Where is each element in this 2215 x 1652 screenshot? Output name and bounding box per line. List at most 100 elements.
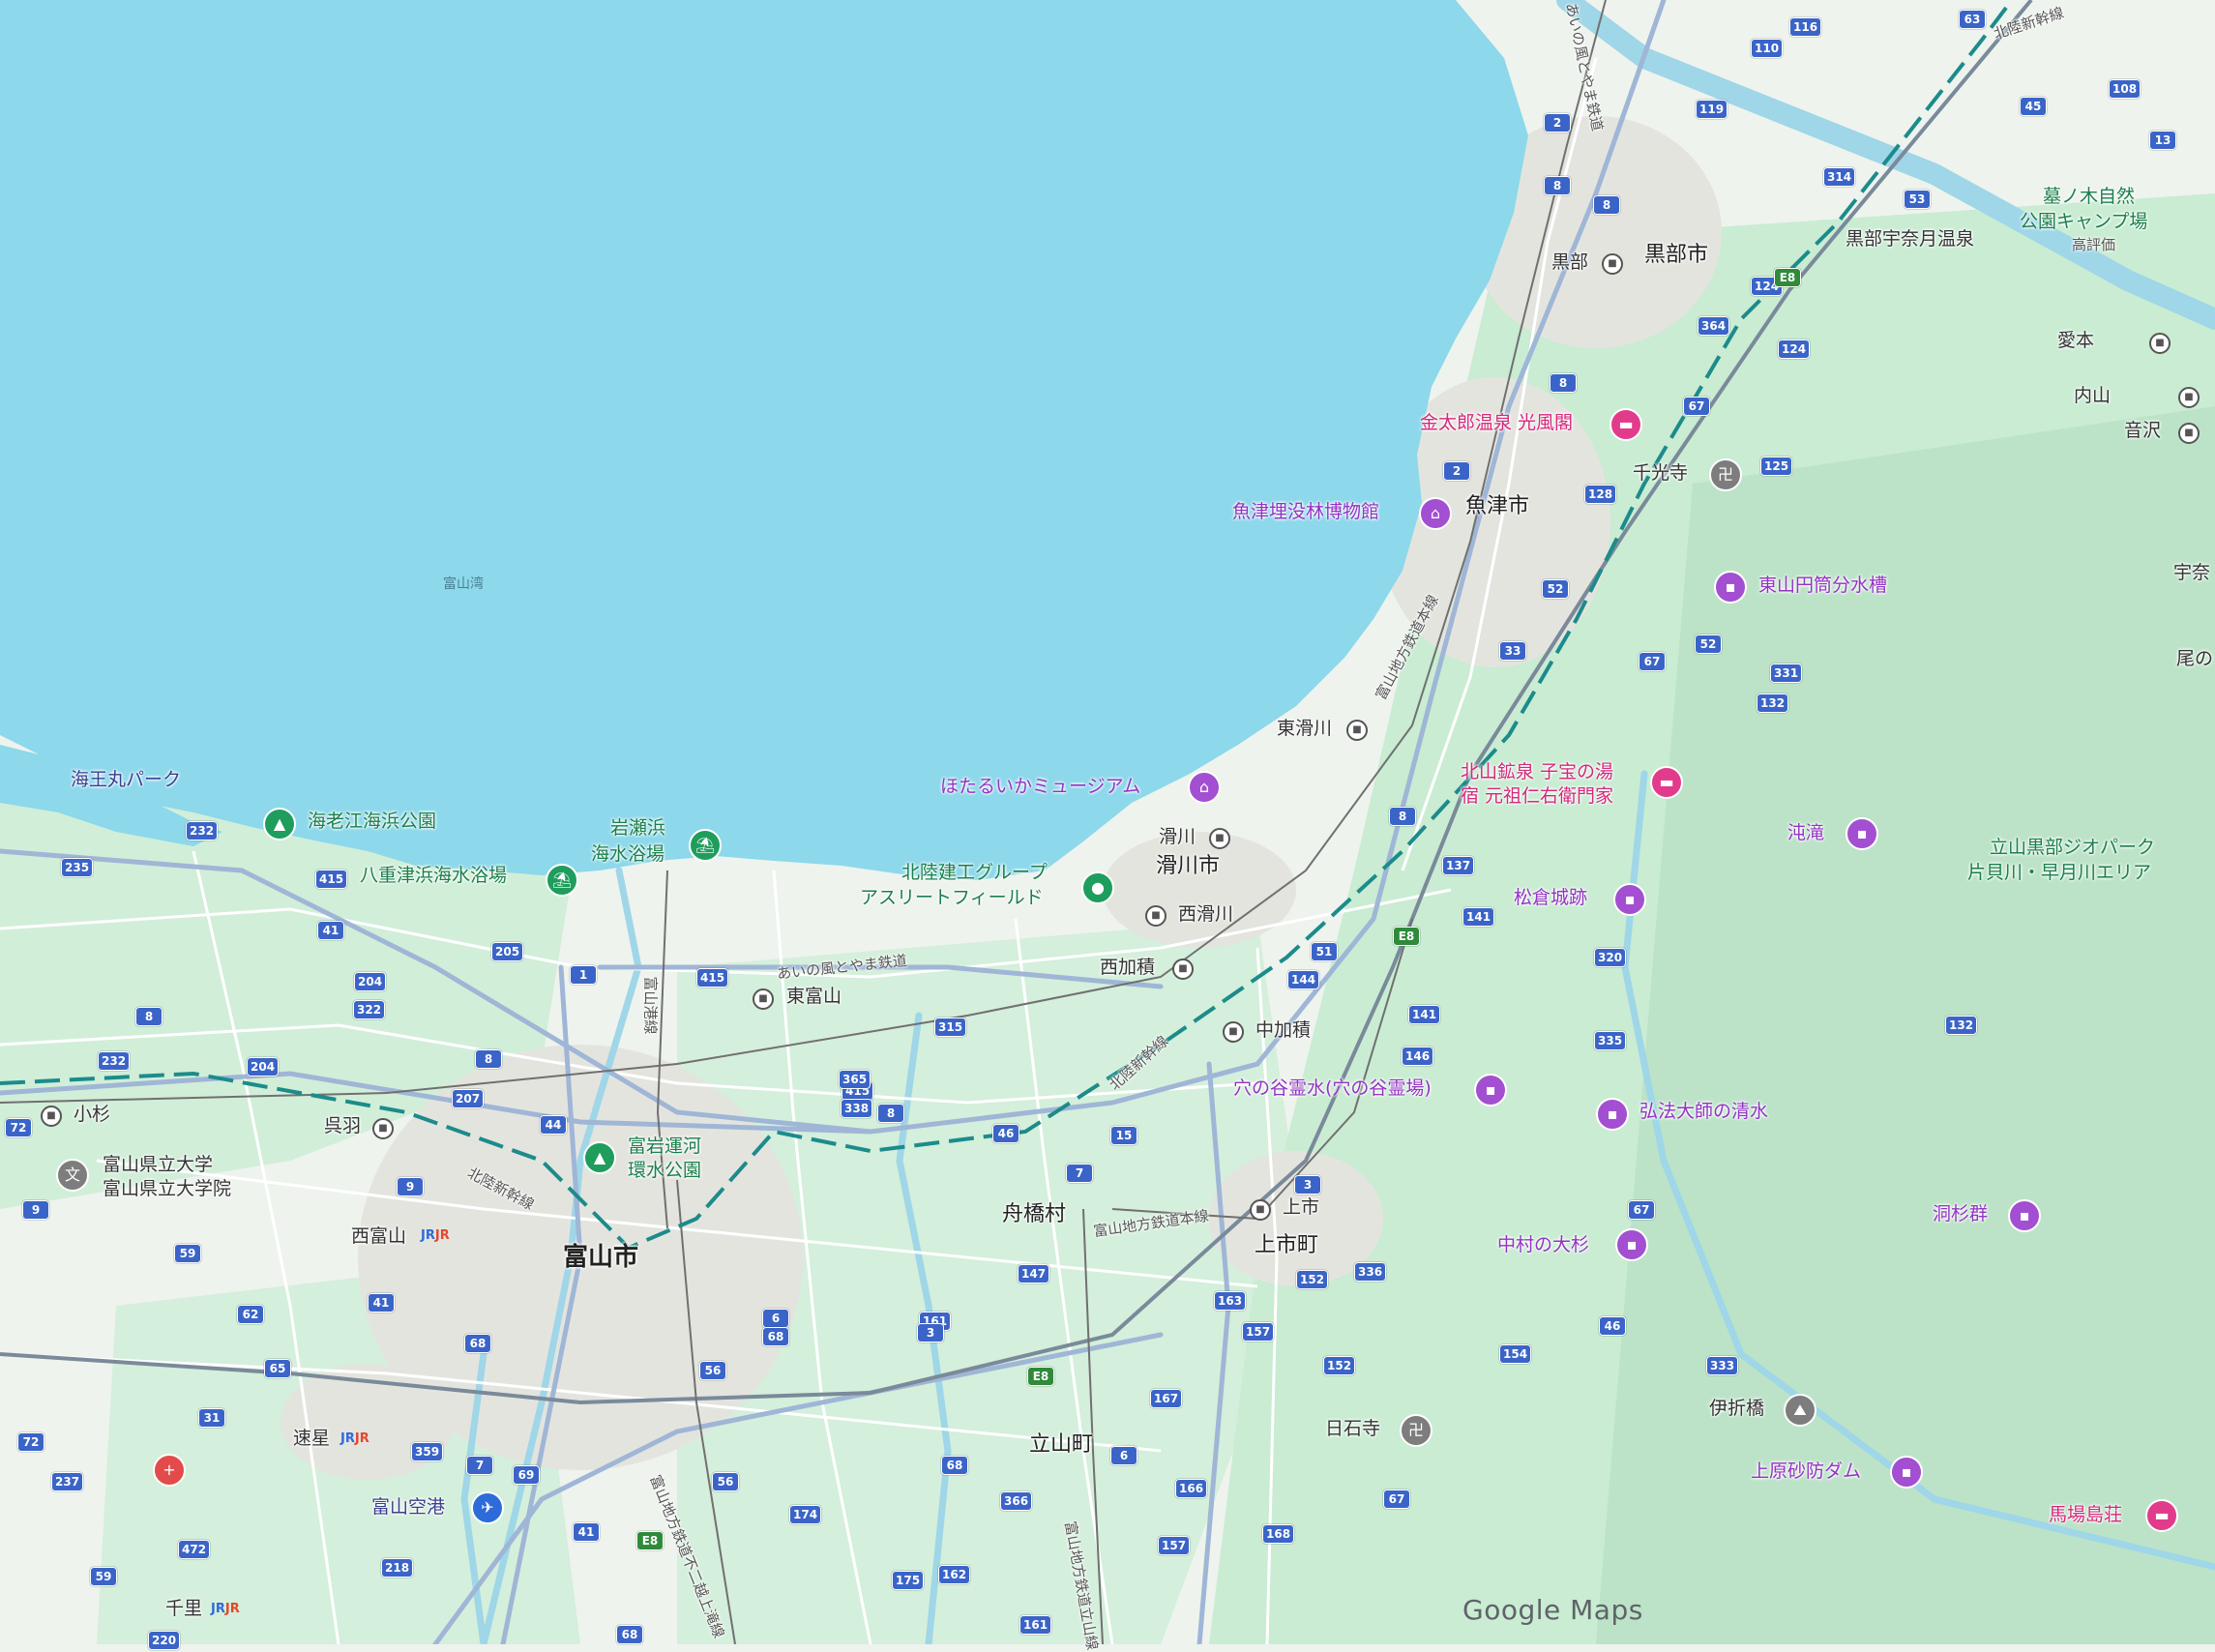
station-kureha[interactable]: 呉羽 (324, 1115, 361, 1138)
poi-matsukura[interactable]: 松倉城跡 (1514, 887, 1587, 910)
route-shield-232: 232 (186, 821, 219, 841)
route-shield-154: 154 (1499, 1344, 1532, 1364)
poi-higashiyama[interactable]: 東山円筒分水槽 (1758, 575, 1887, 598)
poi-iorihashi[interactable]: 伊折橋 (1709, 1398, 1764, 1421)
poi-nisshakuji-pin[interactable]: 卍 (1400, 1414, 1432, 1447)
route-shield-119: 119 (1696, 100, 1728, 119)
poi-pref-univ-1[interactable]: 富山県立大学 (103, 1154, 213, 1177)
poi-athlete-2[interactable]: アスリートフィールド (860, 887, 1044, 910)
city-kurobe[interactable]: 黒部市 (1644, 242, 1708, 269)
route-shield-65: 65 (264, 1359, 291, 1378)
poi-kobo-pin[interactable]: ▪ (1596, 1098, 1629, 1131)
poi-kobo[interactable]: 弘法大師の清水 (1639, 1101, 1768, 1124)
poi-geopark-1[interactable]: 立山黒部ジオパーク (1990, 837, 2155, 860)
station-kurobe-unazuki[interactable]: 黒部宇奈月温泉 (1846, 228, 1974, 251)
place-right-2[interactable]: 尾の (2176, 648, 2213, 671)
poi-athlete-1[interactable]: 北陸建工グループ (901, 862, 1048, 885)
station-kamiichi[interactable]: 上市 (1283, 1196, 1319, 1220)
route-shield-218: 218 (381, 1558, 414, 1578)
poi-geopark-2[interactable]: 片貝川・早月川エリア (1967, 862, 2151, 885)
city-namerikawa[interactable]: 滑川市 (1156, 853, 1220, 880)
route-shield-137: 137 (1442, 856, 1475, 875)
station-otozawa[interactable]: 音沢 (2124, 420, 2161, 443)
station-naka-kazumi[interactable]: 中加積 (1255, 1019, 1311, 1043)
poi-dosugi[interactable]: 洞杉群 (1933, 1203, 1988, 1226)
poi-hospital-pin[interactable]: + (153, 1454, 186, 1487)
poi-airport-pin[interactable]: ✈ (471, 1491, 504, 1524)
poi-bantaki-pin[interactable]: ▪ (1846, 817, 1878, 850)
station-kurobe[interactable]: 黒部 (1551, 251, 1588, 275)
city-toyama[interactable]: 富山市 (563, 1242, 638, 1274)
place-right-1[interactable]: 宇奈 (2173, 562, 2210, 585)
jr-mark: JRJR (211, 1602, 240, 1616)
poi-hotaruika[interactable]: ほたるいかミュージアム (940, 776, 1140, 799)
city-uozu[interactable]: 魚津市 (1465, 493, 1529, 520)
poi-senkoji-pin[interactable]: 卍 (1709, 458, 1742, 491)
city-funahashi[interactable]: 舟橋村 (1002, 1201, 1066, 1228)
station-higashi-toyama[interactable]: 東富山 (786, 986, 842, 1009)
poi-uozu-museum[interactable]: 魚津埋没林博物館 (1232, 501, 1379, 524)
route-shield-335: 335 (1594, 1031, 1627, 1050)
poi-ebie[interactable]: 海老江海浜公園 (308, 811, 436, 834)
jr-mark: JRJR (421, 1228, 450, 1243)
poi-bantaki[interactable]: 沌滝 (1787, 822, 1824, 845)
route-shield-33: 33 (1499, 641, 1526, 661)
poi-pref-univ-pin[interactable]: 文 (56, 1159, 89, 1192)
poi-iorihashi-pin[interactable]: ⛰ (1784, 1394, 1816, 1427)
station-uchiyama[interactable]: 内山 (2074, 385, 2111, 408)
poi-pref-univ-2[interactable]: 富山県立大学院 (103, 1178, 231, 1201)
poi-hakkonoki-3[interactable]: 高評価 (2072, 236, 2115, 254)
route-shield-56: 56 (699, 1361, 726, 1380)
poi-uehara-pin[interactable]: ▪ (1890, 1456, 1923, 1489)
google-maps-logo: Google Maps (1462, 1594, 1643, 1626)
station-nishi-kazumi[interactable]: 西加積 (1100, 957, 1155, 980)
poi-hakkonoki-1[interactable]: 墓ノ木自然 (2043, 186, 2135, 209)
poi-nakamura[interactable]: 中村の大杉 (1497, 1234, 1589, 1257)
poi-kitayama-2[interactable]: 宿 元祖仁右衛門家 (1461, 785, 1613, 809)
poi-nakamura-pin[interactable]: ▪ (1615, 1228, 1648, 1261)
station-nishi-namerikawa[interactable]: 西滑川 (1178, 903, 1233, 927)
poi-ebie-pin[interactable]: ▲ (263, 808, 296, 841)
poi-kitayama-1[interactable]: 北山鉱泉 子宝の湯 (1461, 761, 1613, 784)
poi-babajima-pin[interactable]: ▬ (2145, 1499, 2178, 1532)
poi-yatsue[interactable]: 八重津浜海水浴場 (360, 865, 507, 888)
poi-iwasehama-2[interactable]: 海水浴場 (591, 843, 664, 867)
route-shield-2: 2 (1544, 113, 1571, 133)
poi-kintaro[interactable]: 金太郎温泉 光風閣 (1420, 412, 1573, 435)
route-shield-63: 63 (1959, 10, 1986, 29)
poi-airport[interactable]: 富山空港 (371, 1496, 445, 1519)
station-kosugi[interactable]: 小杉 (74, 1104, 110, 1127)
poi-athlete-pin[interactable]: ● (1081, 871, 1114, 904)
poi-kintaro-pin[interactable]: ▬ (1610, 408, 1642, 441)
poi-yatsue-pin[interactable]: ⛱ (546, 864, 578, 897)
city-tateyama[interactable]: 立山町 (1029, 1431, 1093, 1459)
city-kamiichi[interactable]: 上市町 (1255, 1232, 1318, 1259)
poi-matsukura-pin[interactable]: ▪ (1613, 883, 1646, 916)
poi-tomiiwa-2[interactable]: 環水公園 (628, 1160, 701, 1183)
poi-kitayama-pin[interactable]: ▬ (1650, 766, 1683, 799)
poi-anadani-pin[interactable]: ▪ (1474, 1074, 1507, 1106)
station-senri[interactable]: 千里 (165, 1598, 202, 1621)
station-namerikawa[interactable]: 滑川 (1159, 826, 1196, 849)
poi-iwasehama-pin[interactable]: ⛱ (689, 829, 722, 862)
poi-dosugi-pin[interactable]: ▪ (2008, 1199, 2041, 1232)
station-higashi-namerikawa[interactable]: 東滑川 (1277, 718, 1332, 741)
poi-babajima[interactable]: 馬場島荘 (2049, 1504, 2122, 1527)
station-aimoto[interactable]: 愛本 (2057, 330, 2094, 353)
station-nishi-toyama[interactable]: 西富山 (351, 1225, 406, 1249)
poi-higashiyama-pin[interactable]: ▪ (1714, 571, 1747, 604)
poi-tomiiwa-pin[interactable]: ▲ (583, 1141, 616, 1174)
poi-hakkonoki-2[interactable]: 公園キャンプ場 (2020, 211, 2147, 234)
poi-nisshakuji[interactable]: 日石寺 (1325, 1418, 1380, 1441)
poi-kaiomaru[interactable]: 海王丸パーク (71, 769, 181, 792)
poi-uozu-museum-pin[interactable]: ⌂ (1419, 497, 1452, 530)
poi-tomiiwa-1[interactable]: 富岩運河 (628, 1136, 701, 1159)
route-shield-72: 72 (17, 1432, 44, 1452)
poi-uehara[interactable]: 上原砂防ダム (1751, 1460, 1861, 1484)
poi-senkoji[interactable]: 千光寺 (1633, 462, 1688, 486)
route-shield-E8: E8 (636, 1531, 664, 1550)
poi-hotaruika-pin[interactable]: ⌂ (1188, 771, 1221, 804)
poi-iwasehama[interactable]: 岩瀬浜 (610, 817, 665, 841)
poi-anadani[interactable]: 穴の谷霊水(穴の谷霊場) (1233, 1077, 1432, 1101)
station-hayahoshi[interactable]: 速星 (293, 1428, 330, 1451)
